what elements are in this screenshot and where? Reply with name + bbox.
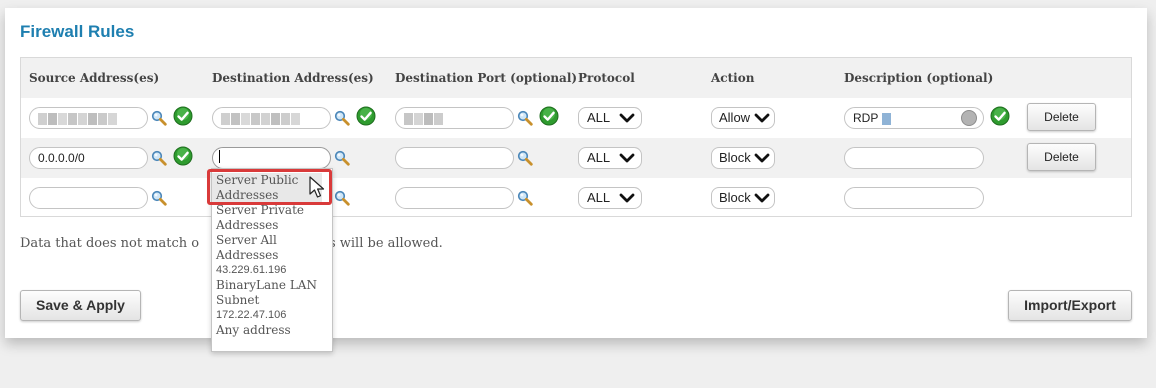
rules-table: Source Address(es) Destination Address(e… <box>20 57 1132 217</box>
delete-button[interactable]: Delete <box>1027 143 1096 171</box>
chevron-down-icon <box>619 111 635 125</box>
header-description: Description (optional) <box>844 71 994 85</box>
chevron-down-icon <box>754 151 770 165</box>
header-protocol: Protocol <box>578 71 635 85</box>
magnifier-icon[interactable] <box>517 110 533 126</box>
green-check-icon <box>173 106 193 126</box>
destination-address-input[interactable] <box>212 107 331 129</box>
chevron-down-icon <box>619 151 635 165</box>
action-select[interactable]: Block <box>711 147 775 169</box>
protocol-value: ALL <box>587 190 611 205</box>
description-input[interactable] <box>844 147 984 169</box>
redacted-value <box>221 112 301 125</box>
destination-address-input[interactable] <box>212 147 331 169</box>
source-address-input[interactable] <box>29 107 148 129</box>
dropdown-option-ip[interactable]: 43.229.61.196 <box>216 263 332 278</box>
chevron-down-icon <box>754 191 770 205</box>
import-export-button[interactable]: Import/Export <box>1008 290 1132 321</box>
chevron-down-icon <box>754 111 770 125</box>
action-select[interactable]: Block <box>711 187 775 209</box>
text-cursor <box>219 150 220 163</box>
action-select[interactable]: Allow <box>711 107 775 129</box>
magnifier-icon[interactable] <box>517 190 533 206</box>
green-check-icon <box>539 106 559 126</box>
header-port: Destination Port (optional) <box>395 71 578 85</box>
page-title: Firewall Rules <box>20 22 135 41</box>
table-row: 0.0.0.0/0 ALL Block Delete <box>21 138 1131 178</box>
magnifier-icon[interactable] <box>334 150 350 166</box>
redacted-value <box>882 112 892 125</box>
magnifier-icon[interactable] <box>151 190 167 206</box>
description-value: RDP <box>853 111 879 125</box>
mouse-cursor-icon <box>309 176 325 198</box>
destination-port-input[interactable] <box>395 187 514 209</box>
dropdown-option-server-all[interactable]: Server All Addresses <box>216 233 332 263</box>
protocol-select[interactable]: ALL <box>578 147 642 169</box>
header-source: Source Address(es) <box>29 71 160 85</box>
magnifier-icon[interactable] <box>151 150 167 166</box>
green-check-icon <box>173 146 193 166</box>
header-destination: Destination Address(es) <box>212 71 374 85</box>
chevron-down-icon <box>619 191 635 205</box>
policy-note-start: Data that does not match o <box>20 236 200 251</box>
source-address-input[interactable] <box>29 187 148 209</box>
green-check-icon <box>990 106 1010 126</box>
magnifier-icon[interactable] <box>334 110 350 126</box>
dropdown-option-ip[interactable]: 172.22.47.106 <box>216 308 332 323</box>
action-value: Block <box>719 150 751 165</box>
protocol-select[interactable]: ALL <box>578 187 642 209</box>
protocol-select[interactable]: ALL <box>578 107 642 129</box>
protocol-value: ALL <box>587 110 611 125</box>
magnifier-icon[interactable] <box>151 110 167 126</box>
table-header: Source Address(es) Destination Address(e… <box>21 58 1131 98</box>
green-check-icon <box>356 106 376 126</box>
redacted-value <box>404 112 444 125</box>
password-manager-icon[interactable] <box>961 110 977 126</box>
source-address-input[interactable]: 0.0.0.0/0 <box>29 147 148 169</box>
destination-port-input[interactable] <box>395 107 514 129</box>
delete-button[interactable]: Delete <box>1027 103 1096 131</box>
dropdown-option-lan-subnet[interactable]: BinaryLane LAN Subnet <box>216 278 332 308</box>
header-action: Action <box>711 71 755 85</box>
action-value: Allow <box>719 110 751 125</box>
magnifier-icon[interactable] <box>517 150 533 166</box>
table-row: ALL Allow RDP Delete <box>21 98 1131 138</box>
action-value: Block <box>719 190 751 205</box>
destination-port-input[interactable] <box>395 147 514 169</box>
magnifier-icon[interactable] <box>334 190 350 206</box>
protocol-value: ALL <box>587 150 611 165</box>
table-row: ALL Block <box>21 178 1131 218</box>
description-input[interactable] <box>844 187 984 209</box>
dropdown-option-server-private[interactable]: Server Private Addresses <box>216 203 332 233</box>
save-apply-button[interactable]: Save & Apply <box>20 290 141 321</box>
dropdown-option-any-address[interactable]: Any address <box>216 323 332 338</box>
description-input[interactable]: RDP <box>844 107 984 129</box>
policy-note-end: les will be allowed. <box>317 236 443 251</box>
redacted-value <box>38 112 118 125</box>
